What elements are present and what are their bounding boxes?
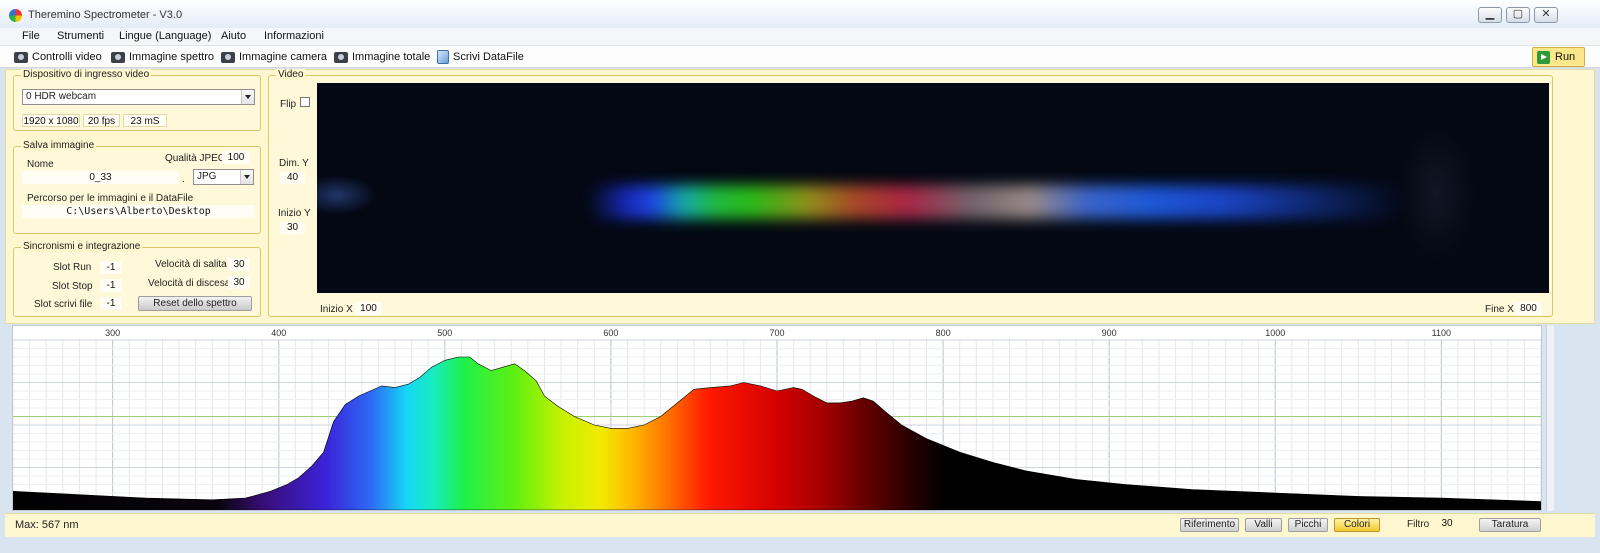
spectrum-band <box>587 185 1407 219</box>
group-title: Salva immagine <box>21 140 97 151</box>
file-name-input[interactable]: 0_33 <box>22 171 179 184</box>
menu-file[interactable]: File <box>22 30 40 42</box>
max-wavelength-text: Max: 567 nm <box>15 519 79 531</box>
image-format-select[interactable]: JPG <box>193 169 254 185</box>
menu-informazioni[interactable]: Informazioni <box>264 30 324 42</box>
toolbar-label: Immagine camera <box>239 51 328 63</box>
latency-display: 23 mS <box>123 114 167 127</box>
jpeg-quality-input[interactable]: 100 <box>222 151 250 164</box>
fall-speed-input[interactable]: 30 <box>228 276 250 289</box>
start-y-input[interactable]: 30 <box>280 222 305 234</box>
end-x-label: Fine X <box>1485 304 1514 315</box>
end-x-input[interactable]: 800 <box>1515 302 1542 315</box>
camera-icon <box>221 51 235 63</box>
maximize-button[interactable]: ▢ <box>1506 7 1530 23</box>
valleys-button[interactable]: Valli <box>1245 518 1282 532</box>
spectrum-graph[interactable]: 300 400 500 600 700 800 900 1000 1100 <box>12 325 1542 511</box>
rise-speed-label: Velocità di salita <box>155 259 227 270</box>
rise-speed-input[interactable]: 30 <box>228 258 250 271</box>
toolbar-label: Immagine spettro <box>129 51 214 63</box>
x-tick-label: 1000 <box>1265 328 1285 338</box>
fall-speed-label: Velocità di discesa <box>148 278 231 289</box>
camera-icon <box>334 51 348 63</box>
graph-scrollbar[interactable] <box>1546 325 1554 511</box>
x-tick-label: 1100 <box>1432 328 1451 338</box>
slot-write-label: Slot scrivi file <box>34 299 93 310</box>
minimize-button[interactable]: ▁ <box>1478 7 1502 23</box>
path-label: Percorso per le immagini e il DataFile <box>27 193 194 204</box>
dim-y-input[interactable]: 40 <box>280 172 305 184</box>
slot-stop-input[interactable]: -1 <box>100 279 122 292</box>
camera-icon <box>14 51 28 63</box>
image-format-value: JPG <box>197 171 217 182</box>
video-device-value: 0 HDR webcam <box>26 91 97 102</box>
jpeg-quality-label: Qualità JPEG <box>165 153 226 164</box>
video-preview[interactable] <box>317 83 1549 293</box>
x-tick-label: 800 <box>936 328 951 338</box>
colors-button[interactable]: Colori <box>1334 518 1380 532</box>
video-device-select[interactable]: 0 HDR webcam <box>22 89 255 105</box>
slot-write-input[interactable]: -1 <box>100 297 122 310</box>
window-title: Theremino Spectrometer - V3.0 <box>28 9 183 21</box>
x-tick-label: 900 <box>1102 328 1117 338</box>
fps-display: 20 fps <box>83 114 120 127</box>
video-haze-right <box>1397 123 1477 263</box>
path-input[interactable]: C:\Users\Alberto\Desktop <box>22 205 255 218</box>
video-glow-left <box>317 175 377 215</box>
filter-label: Filtro <box>1407 519 1430 530</box>
toolbar-spectrum-image[interactable]: Immagine spettro <box>111 48 214 66</box>
reset-spectrum-button[interactable]: Reset dello spettro <box>138 296 252 311</box>
maximize-icon: ▢ <box>1512 8 1524 20</box>
menu-aiuto[interactable]: Aiuto <box>221 30 246 42</box>
camera-icon <box>111 51 125 63</box>
toolbar-video-controls[interactable]: Controlli video <box>14 48 102 66</box>
name-label: Nome <box>27 159 54 170</box>
calibration-button[interactable]: Taratura <box>1479 518 1541 532</box>
toolbar-label: Scrivi DataFile <box>453 51 524 63</box>
graph-x-ticks: 300 400 500 600 700 800 900 1000 1100 <box>105 328 1451 338</box>
close-button[interactable]: ✕ <box>1534 7 1558 23</box>
start-x-input[interactable]: 100 <box>355 302 382 315</box>
toolbar-label: Controlli video <box>32 51 102 63</box>
x-tick-label: 300 <box>105 328 120 338</box>
run-label: Run <box>1555 51 1576 63</box>
play-icon <box>1537 50 1550 64</box>
close-icon: ✕ <box>1541 8 1551 20</box>
group-title: Dispositivo di ingresso video <box>21 69 152 80</box>
peaks-button[interactable]: Picchi <box>1288 518 1328 532</box>
x-tick-label: 400 <box>271 328 286 338</box>
title-bar <box>0 0 1600 28</box>
app-logo-icon <box>9 9 22 22</box>
extension-dot: . <box>182 174 185 185</box>
toolbar-total-image[interactable]: Immagine totale <box>334 48 430 66</box>
toolbar-camera-image[interactable]: Immagine camera <box>221 48 327 66</box>
group-title: Sincronismi e integrazione <box>21 241 143 252</box>
toolbar-write-datafile[interactable]: Scrivi DataFile <box>437 48 524 66</box>
toolbar-label: Immagine totale <box>352 51 431 63</box>
resolution-display: 1920 x 1080 <box>22 114 80 127</box>
start-x-label: Inizio X <box>320 304 353 315</box>
menu-lingue[interactable]: Lingue (Language) <box>119 30 211 42</box>
x-tick-label: 600 <box>603 328 618 338</box>
filter-input[interactable]: 30 <box>1434 517 1460 531</box>
minimize-icon: ▁ <box>1485 8 1495 20</box>
run-button[interactable]: Run <box>1532 47 1585 67</box>
chevron-down-icon <box>241 90 254 104</box>
dim-y-label: Dim. Y <box>279 158 309 169</box>
datafile-icon <box>437 50 449 64</box>
x-tick-label: 700 <box>769 328 784 338</box>
chevron-down-icon <box>240 170 253 184</box>
slot-run-input[interactable]: -1 <box>100 261 122 274</box>
reference-button[interactable]: Riferimento <box>1180 518 1239 532</box>
spectrum-graph-svg: 300 400 500 600 700 800 900 1000 1100 <box>12 328 1542 511</box>
slot-stop-label: Slot Stop <box>52 281 93 292</box>
flip-label: Flip <box>280 99 297 110</box>
flip-checkbox[interactable] <box>300 97 310 107</box>
slot-run-label: Slot Run <box>53 262 92 273</box>
menu-strumenti[interactable]: Strumenti <box>57 30 104 42</box>
x-tick-label: 500 <box>437 328 452 338</box>
start-y-label: Inizio Y <box>278 208 311 219</box>
group-title: Video <box>276 69 306 80</box>
